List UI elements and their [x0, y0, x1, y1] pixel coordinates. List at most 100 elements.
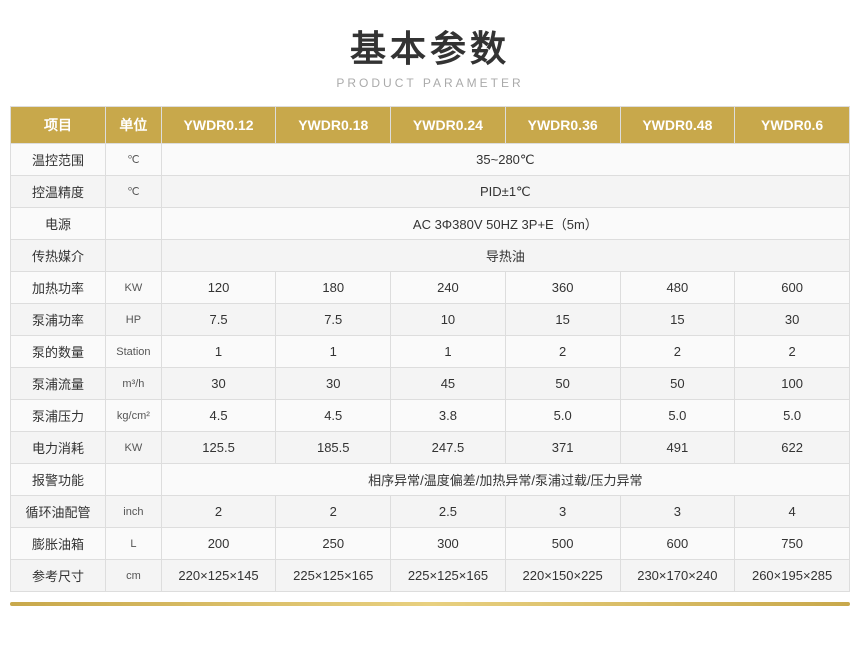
- table-row: 报警功能 相序异常/温度偏差/加热异常/泵浦过载/压力异常: [11, 464, 850, 496]
- cell-12-4: 600: [620, 528, 735, 560]
- cell-13-2: 225×125×165: [391, 560, 506, 592]
- cell-13-3: 220×150×225: [505, 560, 620, 592]
- header-cell-6: YWDR0.48: [620, 107, 735, 144]
- table-row: 控温精度℃PID±1℃: [11, 176, 850, 208]
- cell-item-0: 温控范围: [11, 144, 106, 176]
- cell-11-4: 3: [620, 496, 735, 528]
- cell-11-3: 3: [505, 496, 620, 528]
- cell-4-1: 180: [276, 272, 391, 304]
- cell-item-3: 传热媒介: [11, 240, 106, 272]
- cell-11-0: 2: [161, 496, 276, 528]
- cell-5-0: 7.5: [161, 304, 276, 336]
- header-cell-5: YWDR0.36: [505, 107, 620, 144]
- cell-8-3: 5.0: [505, 400, 620, 432]
- cell-4-5: 600: [735, 272, 850, 304]
- cell-span-0: 35~280℃: [161, 144, 849, 176]
- header-cell-0: 项目: [11, 107, 106, 144]
- cell-8-4: 5.0: [620, 400, 735, 432]
- cell-6-3: 2: [505, 336, 620, 368]
- cell-span-1: PID±1℃: [161, 176, 849, 208]
- cell-8-0: 4.5: [161, 400, 276, 432]
- cell-unit-3: [106, 240, 162, 272]
- cell-unit-11: inch: [106, 496, 162, 528]
- header-cell-3: YWDR0.18: [276, 107, 391, 144]
- cell-5-3: 15: [505, 304, 620, 336]
- cell-7-5: 100: [735, 368, 850, 400]
- cell-9-3: 371: [505, 432, 620, 464]
- cell-unit-6: Station: [106, 336, 162, 368]
- cell-9-2: 247.5: [391, 432, 506, 464]
- cell-5-1: 7.5: [276, 304, 391, 336]
- cell-item-12: 膨胀油箱: [11, 528, 106, 560]
- cell-12-2: 300: [391, 528, 506, 560]
- cell-5-4: 15: [620, 304, 735, 336]
- cell-item-6: 泵的数量: [11, 336, 106, 368]
- cell-6-2: 1: [391, 336, 506, 368]
- cell-6-4: 2: [620, 336, 735, 368]
- cell-item-9: 电力消耗: [11, 432, 106, 464]
- cell-9-0: 125.5: [161, 432, 276, 464]
- cell-12-3: 500: [505, 528, 620, 560]
- cell-11-5: 4: [735, 496, 850, 528]
- cell-unit-12: L: [106, 528, 162, 560]
- cell-8-1: 4.5: [276, 400, 391, 432]
- cell-span-10: 相序异常/温度偏差/加热异常/泵浦过载/压力异常: [161, 464, 849, 496]
- cell-6-1: 1: [276, 336, 391, 368]
- table-row: 泵的数量Station111222: [11, 336, 850, 368]
- cell-12-1: 250: [276, 528, 391, 560]
- table-row: 泵浦流量m³/h3030455050100: [11, 368, 850, 400]
- cell-7-3: 50: [505, 368, 620, 400]
- cell-span-2: AC 3Φ380V 50HZ 3P+E（5m）: [161, 208, 849, 240]
- cell-item-4: 加热功率: [11, 272, 106, 304]
- cell-11-2: 2.5: [391, 496, 506, 528]
- cell-13-4: 230×170×240: [620, 560, 735, 592]
- page-subtitle: PRODUCT PARAMETER: [336, 76, 523, 90]
- table-row: 温控范围℃35~280℃: [11, 144, 850, 176]
- header-cell-2: YWDR0.12: [161, 107, 276, 144]
- table-row: 电源 AC 3Φ380V 50HZ 3P+E（5m）: [11, 208, 850, 240]
- cell-unit-2: [106, 208, 162, 240]
- cell-9-4: 491: [620, 432, 735, 464]
- cell-5-5: 30: [735, 304, 850, 336]
- cell-unit-9: KW: [106, 432, 162, 464]
- bottom-bar: [10, 602, 850, 606]
- cell-7-2: 45: [391, 368, 506, 400]
- cell-13-1: 225×125×165: [276, 560, 391, 592]
- cell-6-0: 1: [161, 336, 276, 368]
- page-title: 基本参数: [350, 20, 510, 72]
- cell-12-5: 750: [735, 528, 850, 560]
- cell-unit-13: cm: [106, 560, 162, 592]
- cell-item-10: 报警功能: [11, 464, 106, 496]
- cell-5-2: 10: [391, 304, 506, 336]
- table-row: 膨胀油箱L200250300500600750: [11, 528, 850, 560]
- cell-11-1: 2: [276, 496, 391, 528]
- cell-6-5: 2: [735, 336, 850, 368]
- cell-item-8: 泵浦压力: [11, 400, 106, 432]
- cell-7-4: 50: [620, 368, 735, 400]
- cell-item-7: 泵浦流量: [11, 368, 106, 400]
- cell-7-0: 30: [161, 368, 276, 400]
- cell-9-5: 622: [735, 432, 850, 464]
- cell-unit-8: kg/cm²: [106, 400, 162, 432]
- cell-item-11: 循环油配管: [11, 496, 106, 528]
- table-row: 加热功率KW120180240360480600: [11, 272, 850, 304]
- param-table: 项目单位YWDR0.12YWDR0.18YWDR0.24YWDR0.36YWDR…: [10, 106, 850, 592]
- cell-unit-4: KW: [106, 272, 162, 304]
- cell-12-0: 200: [161, 528, 276, 560]
- table-row: 电力消耗KW125.5185.5247.5371491622: [11, 432, 850, 464]
- table-row: 传热媒介导热油: [11, 240, 850, 272]
- cell-7-1: 30: [276, 368, 391, 400]
- cell-unit-10: [106, 464, 162, 496]
- cell-13-0: 220×125×145: [161, 560, 276, 592]
- cell-unit-1: ℃: [106, 176, 162, 208]
- cell-4-0: 120: [161, 272, 276, 304]
- cell-item-13: 参考尺寸: [11, 560, 106, 592]
- cell-unit-5: HP: [106, 304, 162, 336]
- cell-item-2: 电源: [11, 208, 106, 240]
- cell-4-4: 480: [620, 272, 735, 304]
- table-row: 参考尺寸cm220×125×145225×125×165225×125×1652…: [11, 560, 850, 592]
- cell-unit-0: ℃: [106, 144, 162, 176]
- cell-item-1: 控温精度: [11, 176, 106, 208]
- cell-8-2: 3.8: [391, 400, 506, 432]
- table-header: 项目单位YWDR0.12YWDR0.18YWDR0.24YWDR0.36YWDR…: [11, 107, 850, 144]
